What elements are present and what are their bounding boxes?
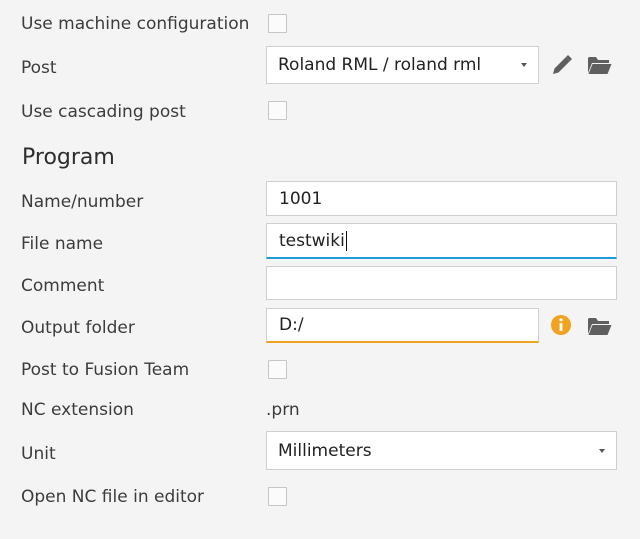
comment-label: Comment — [21, 276, 105, 296]
post-select[interactable]: Roland RML / roland rml — [266, 46, 539, 84]
chevron-down-icon — [521, 63, 527, 67]
text-cursor — [345, 230, 347, 251]
post-to-fusion-team-checkbox[interactable] — [268, 360, 287, 379]
unit-select-value: Millimeters — [278, 440, 372, 461]
unit-label: Unit — [21, 444, 56, 464]
open-nc-file-in-editor-checkbox[interactable] — [268, 487, 287, 506]
info-icon[interactable] — [550, 314, 572, 336]
output-folder-label: Output folder — [21, 318, 135, 338]
post-to-fusion-team-label: Post to Fusion Team — [21, 360, 190, 380]
open-nc-file-in-editor-label: Open NC file in editor — [21, 487, 205, 507]
output-folder-input[interactable]: D:/ — [266, 308, 539, 343]
use-cascading-post-label: Use cascading post — [21, 102, 186, 122]
unit-select[interactable]: Millimeters — [266, 431, 617, 470]
file-name-label: File name — [21, 234, 104, 254]
pencil-icon[interactable] — [550, 53, 574, 77]
use-machine-configuration-label: Use machine configuration — [21, 14, 250, 34]
name-number-input[interactable]: 1001 — [266, 181, 617, 216]
use-cascading-post-checkbox[interactable] — [268, 101, 287, 120]
output-folder-browse-icon[interactable] — [587, 316, 613, 336]
name-number-value: 1001 — [279, 188, 323, 209]
post-label: Post — [21, 58, 57, 78]
name-number-label: Name/number — [21, 192, 144, 212]
post-select-value: Roland RML / roland rml — [278, 55, 482, 75]
program-section-title: Program — [22, 145, 115, 170]
output-folder-value: D:/ — [279, 315, 304, 335]
folder-open-icon[interactable] — [587, 55, 613, 75]
nc-extension-label: NC extension — [21, 400, 134, 420]
file-name-input[interactable]: testwiki — [266, 223, 617, 259]
comment-input[interactable] — [266, 266, 617, 300]
file-name-value: testwiki — [279, 230, 345, 251]
nc-extension-value: .prn — [266, 400, 300, 420]
use-machine-configuration-checkbox[interactable] — [268, 14, 287, 33]
chevron-down-icon — [599, 448, 605, 453]
